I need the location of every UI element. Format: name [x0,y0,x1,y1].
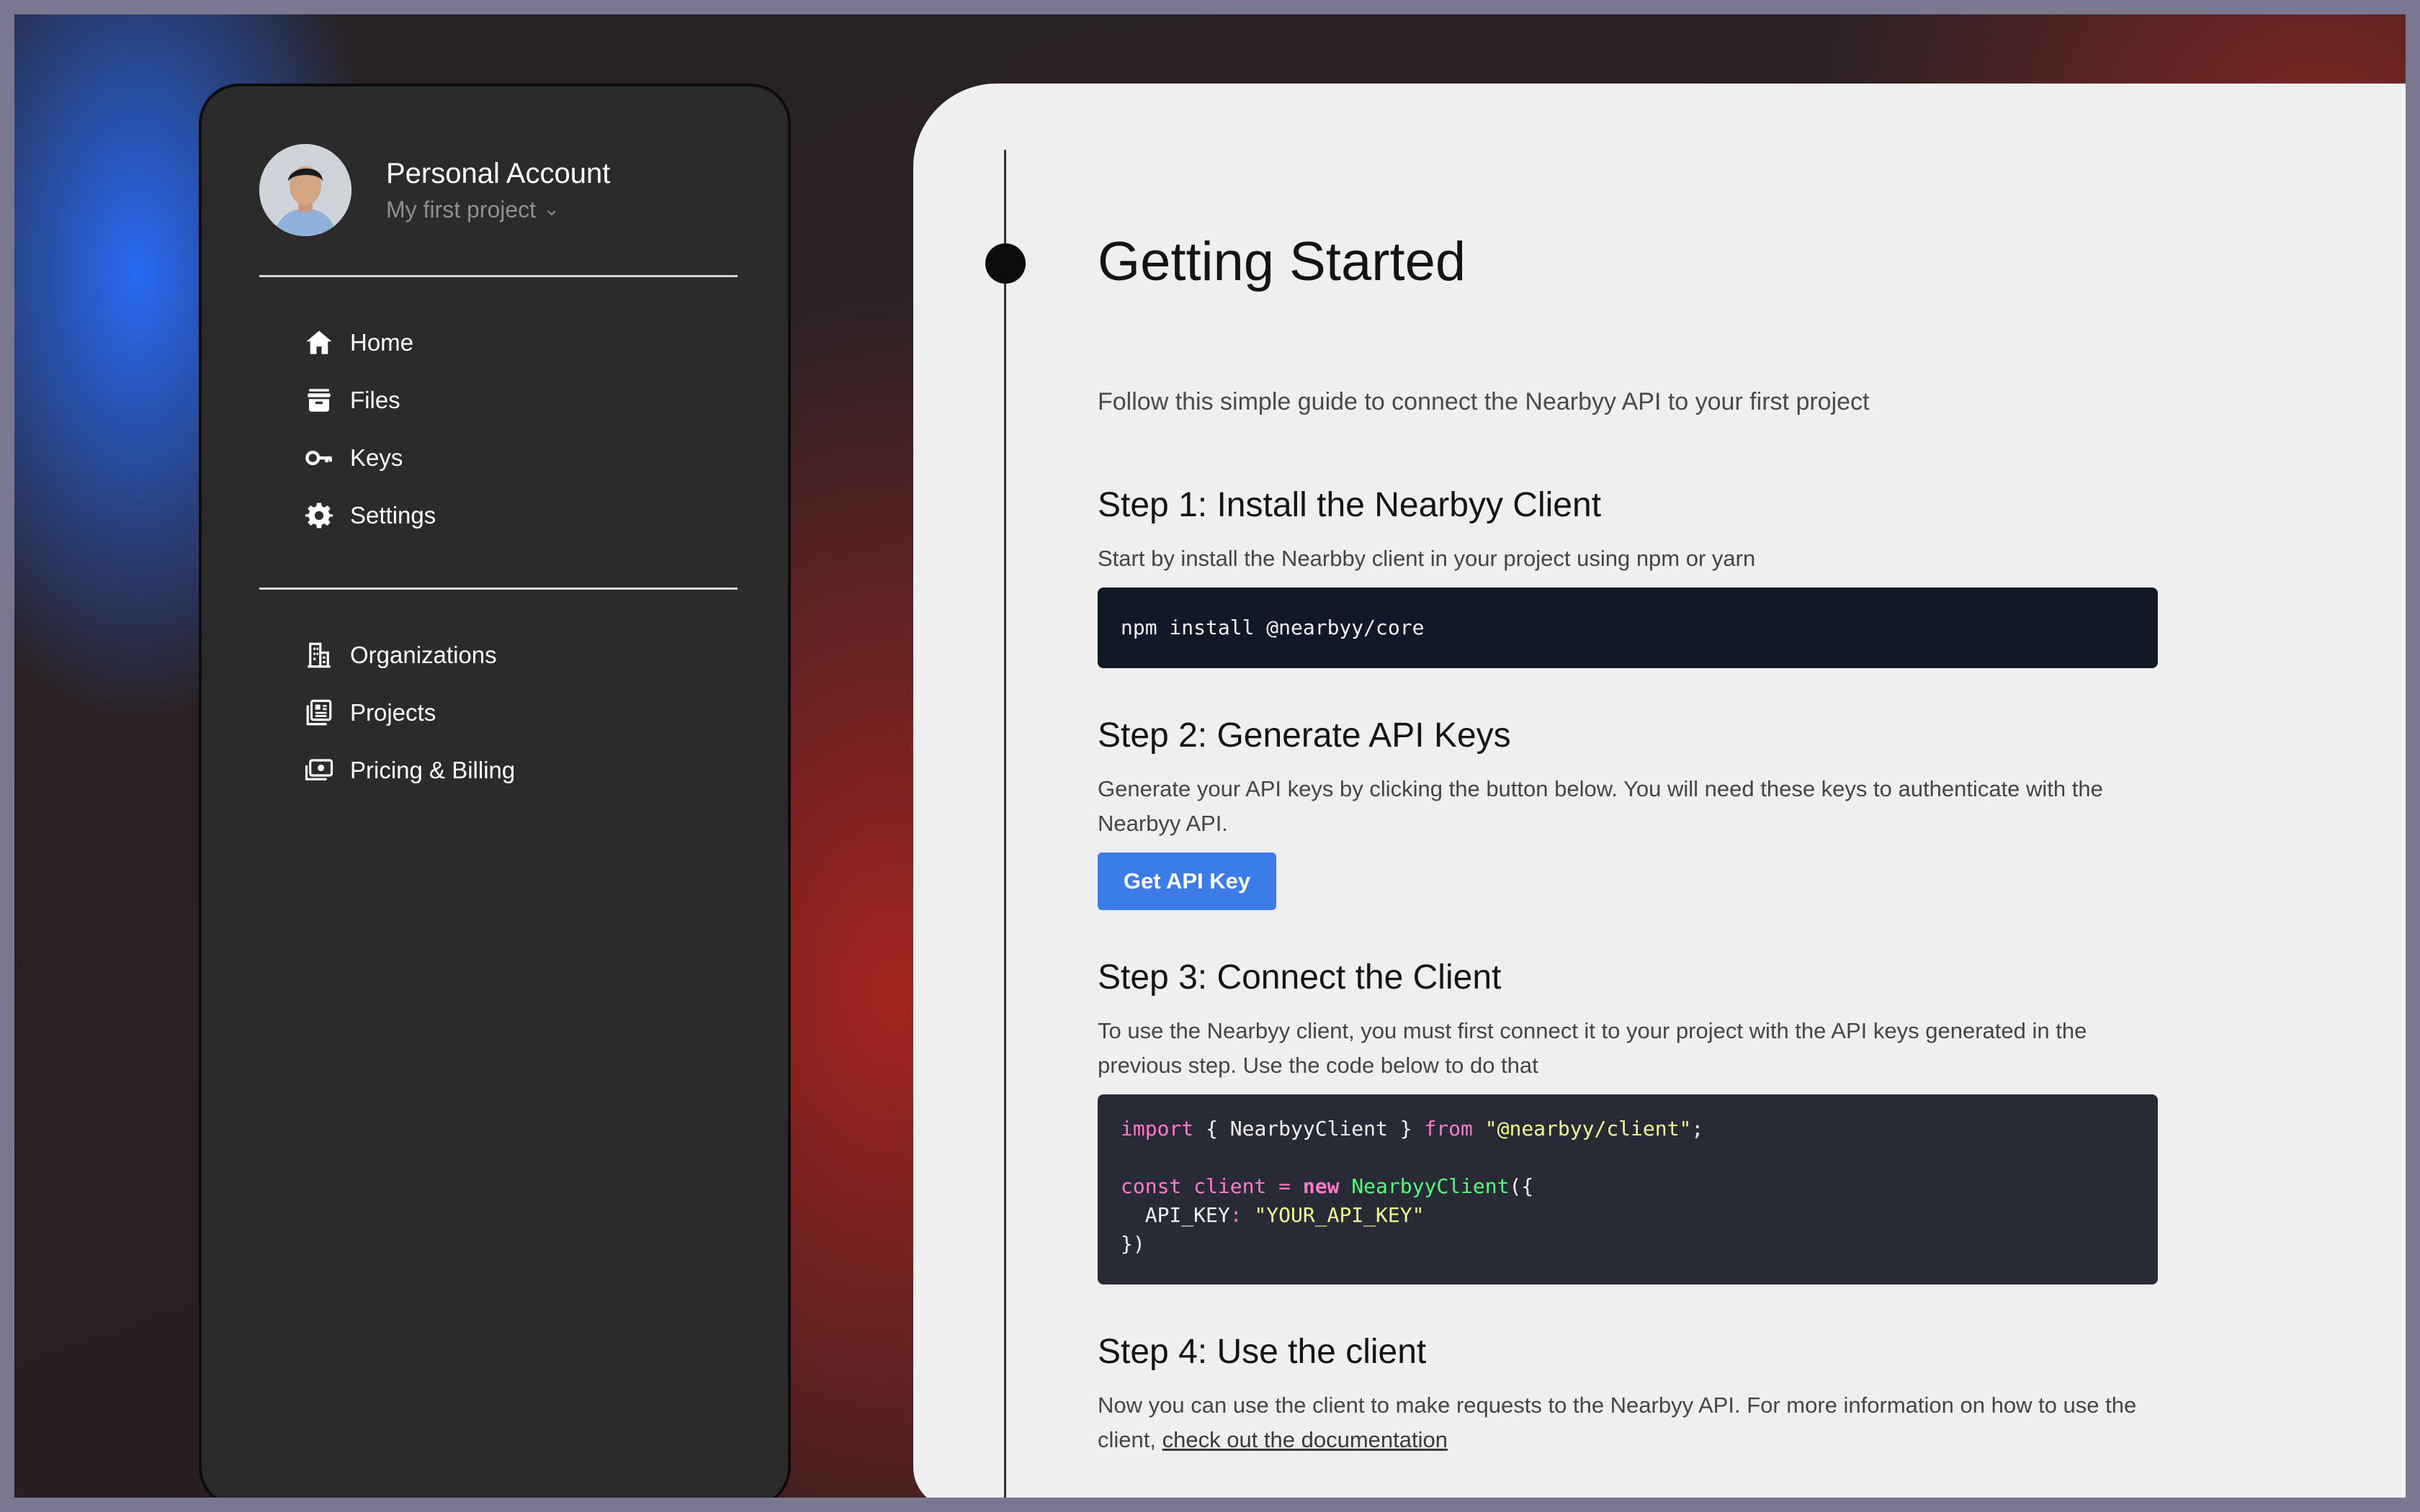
connect-code-block[interactable]: import { NearbyyClient } from "@nearbyy/… [1098,1094,2158,1284]
avatar[interactable] [259,144,351,236]
code-line: import { NearbyyClient } from "@nearbyy/… [1121,1115,2135,1143]
page-title: Getting Started [1098,231,1466,292]
step3-heading: Step 3: Connect the Client [1098,958,1502,996]
code-token: { NearbyyClient } [1193,1117,1425,1140]
step4-heading: Step 4: Use the client [1098,1333,1427,1371]
nav-item-label: Keys [350,444,403,471]
sidebar-divider [259,275,738,277]
nav-item-settings[interactable]: Settings [304,487,436,544]
project-selector-label: My first project [386,197,537,222]
code-token: "YOUR_API_KEY" [1254,1203,1425,1227]
code-token: API_KEY [1121,1203,1230,1227]
account-switcher[interactable]: Personal Account My first project [259,144,610,236]
chevron-down-icon [546,195,557,224]
gear-icon [305,503,333,528]
main-panel: Getting Started Follow this simple guide… [913,84,2406,1498]
nav-item-label: Projects [350,699,436,726]
projects-icon [306,699,332,726]
building-icon [308,642,331,668]
code-line: }) [1121,1230,2135,1259]
archive-icon [308,389,331,412]
step1-description: Start by install the Nearbby client in y… [1098,546,1756,571]
step3-description: To use the Nearbyy client, you must firs… [1098,1018,2087,1078]
code-token: import [1121,1117,1194,1140]
timeline-marker [985,243,1026,284]
documentation-link[interactable]: check out the documentation [1162,1427,1448,1452]
secondary-nav: Organizations Projects Pricing & Billing [304,626,515,799]
code-token: "@nearbyy/client" [1484,1117,1692,1140]
nav-item-files[interactable]: Files [304,372,436,429]
code-token: ; [1691,1117,1704,1140]
code-line: const client = new NearbyyClient({ [1121,1172,2135,1201]
code-token: : [1229,1203,1242,1227]
page-subtitle: Follow this simple guide to connect the … [1098,388,1870,415]
code-token: new [1302,1174,1340,1198]
main-nav: Home Files Keys Settings [304,314,436,544]
code-token: NearbyyClient [1351,1174,1510,1198]
timeline-line [1004,150,1006,1498]
step2-description: Generate your API keys by clicking the b… [1098,776,2103,836]
nav-item-label: Settings [350,502,436,528]
code-token: = [1278,1174,1291,1198]
desktop-background: Personal Account My first project Home F… [14,14,2406,1498]
account-title: Personal Account [386,158,611,189]
code-token: ({ [1509,1174,1534,1198]
code-token: }) [1121,1232,1145,1256]
step1-heading: Step 1: Install the Nearbyy Client [1098,486,1602,524]
nav-item-label: Home [350,329,414,356]
nav-item-pricing-billing[interactable]: Pricing & Billing [304,742,515,799]
nav-item-label: Files [350,387,400,413]
get-api-key-button[interactable]: Get API Key [1098,852,1276,910]
project-selector[interactable]: My first project [386,195,610,224]
sidebar: Personal Account My first project Home F… [199,84,791,1498]
nav-item-label: Pricing & Billing [350,757,516,783]
nav-item-projects[interactable]: Projects [304,684,515,742]
step4-description: Now you can use the client to make reque… [1098,1388,2158,1457]
key-icon [305,450,332,466]
install-code-block[interactable]: npm install @nearbyy/core [1098,588,2158,668]
code-line: API_KEY: "YOUR_API_KEY" [1121,1201,2135,1230]
sidebar-divider [259,588,738,590]
cash-icon [305,759,333,780]
install-command: npm install @nearbyy/core [1121,616,1425,639]
nav-item-home[interactable]: Home [304,314,436,372]
code-token: const client [1121,1174,1279,1198]
nav-item-label: Organizations [350,642,497,668]
avatar-image [259,144,351,236]
code-token: from [1424,1117,1473,1140]
nav-item-keys[interactable]: Keys [304,429,436,487]
nav-item-organizations[interactable]: Organizations [304,626,515,684]
home-icon [306,330,332,354]
step2-heading: Step 2: Generate API Keys [1098,716,1511,755]
